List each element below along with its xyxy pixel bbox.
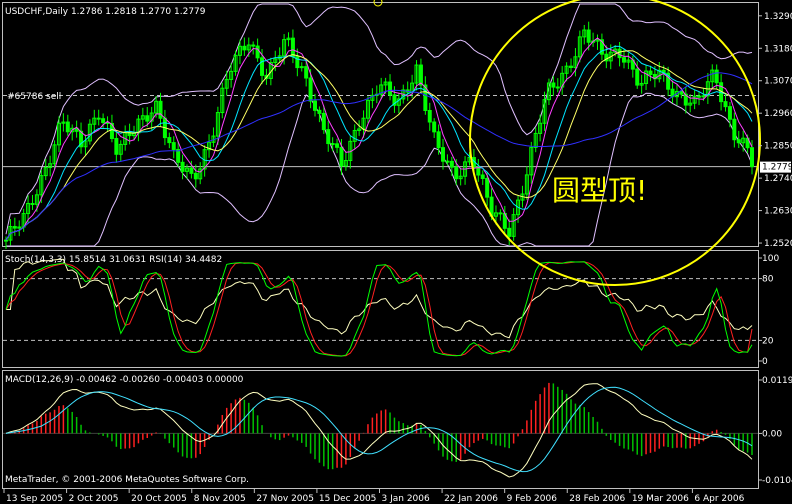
candle-body	[454, 166, 459, 180]
candle-body	[621, 57, 626, 63]
current-price-label: 1.2779	[762, 163, 792, 173]
annotation-text: 圆型顶!	[552, 174, 647, 207]
candle-body	[476, 166, 481, 176]
candle-body	[321, 112, 326, 131]
candle-body	[449, 160, 454, 168]
stoch-tick-label: 0	[762, 357, 768, 367]
copyright-text: MetaTrader, © 2001-2006 MetaQuotes Softw…	[5, 475, 249, 485]
time-tick-label: 20 Oct 2005	[131, 494, 187, 504]
candle-body	[193, 172, 198, 180]
time-tick-label: 15 Dec 2005	[319, 494, 377, 504]
candle-body	[648, 70, 653, 75]
candle-body	[317, 109, 322, 114]
price-tick-label: 1.2740	[764, 174, 792, 184]
candle-body	[158, 100, 163, 119]
time-tick-label: 28 Feb 2006	[569, 494, 625, 504]
candle-body	[555, 86, 560, 89]
candle-body	[714, 69, 719, 84]
candle-body	[436, 131, 441, 149]
time-tick-label: 8 Nov 2005	[194, 494, 246, 504]
price-tick-label: 1.3290	[764, 12, 792, 22]
candle-body	[441, 147, 446, 162]
time-tick-label: 6 Apr 2006	[694, 494, 744, 504]
candle-body	[251, 44, 256, 47]
candle-body	[171, 142, 176, 150]
candle-body	[330, 143, 335, 146]
candle-body	[180, 161, 185, 172]
stoch-panel-title: Stoch(14,3,3) 15.8514 31.0631 RSI(14) 34…	[5, 255, 222, 265]
candle-body	[145, 115, 150, 122]
candle-body	[697, 95, 702, 98]
candle-body	[308, 77, 313, 102]
candle-body	[189, 167, 194, 174]
candle-body	[732, 118, 737, 141]
candle-body	[635, 68, 640, 86]
price-tick-label: 1.2630	[764, 207, 792, 217]
candle-body	[701, 95, 706, 98]
candle-body	[312, 100, 317, 111]
chart-background	[0, 0, 792, 504]
current-price-label-box: 1.2779	[760, 161, 792, 173]
candle-body	[12, 226, 17, 229]
candle-body	[498, 212, 503, 215]
time-tick-label: 13 Sep 2005	[6, 494, 63, 504]
candle-body	[335, 143, 340, 148]
price-tick-label: 1.2520	[764, 239, 792, 249]
candle-body	[339, 146, 344, 167]
candle-body	[4, 239, 8, 242]
price-tick-label: 1.2850	[764, 142, 792, 152]
price-panel-title: USDCHF,Daily 1.2786 1.2818 1.2770 1.2779	[5, 7, 206, 17]
candle-body	[388, 81, 393, 96]
candle-body	[569, 65, 574, 68]
candle-body	[480, 174, 485, 179]
price-tick-label: 1.3180	[764, 44, 792, 54]
candle-body	[96, 117, 101, 120]
candle-body	[586, 29, 591, 43]
price-tick-label: 1.3070	[764, 77, 792, 87]
candle-body	[418, 64, 423, 86]
macd-tick-label: -0.0104	[762, 476, 792, 486]
candle-body	[65, 121, 70, 133]
candle-body	[260, 57, 265, 76]
macd-tick-label: 0.00	[762, 429, 782, 439]
candle-body	[445, 160, 450, 163]
price-tick-label: 1.2960	[764, 109, 792, 119]
candle-body	[551, 82, 556, 88]
stoch-tick-label: 20	[762, 336, 774, 346]
candle-body	[304, 66, 309, 79]
trading-chart: USDCHF,Daily 1.2786 1.2818 1.2770 1.2779…	[0, 0, 792, 504]
candle-body	[432, 121, 437, 133]
candle-body	[750, 147, 754, 168]
candle-body	[679, 90, 684, 95]
candle-body	[727, 106, 732, 120]
candle-body	[101, 118, 106, 123]
macd-tick-label: 0.01193	[762, 376, 792, 386]
candle-body	[507, 227, 512, 237]
stoch-tick-label: 100	[762, 254, 779, 264]
time-tick-label: 19 Mar 2006	[632, 494, 689, 504]
candle-body	[299, 66, 304, 69]
candle-body	[326, 129, 331, 145]
candle-body	[167, 137, 172, 144]
time-tick-label: 22 Jan 2006	[444, 494, 498, 504]
candle-body	[114, 137, 119, 155]
macd-panel-title: MACD(12,26,9) -0.00462 -0.00260 -0.00403…	[5, 375, 244, 385]
stoch-tick-label: 80	[762, 275, 774, 285]
time-tick-label: 2 Oct 2005	[69, 494, 119, 504]
candle-body	[485, 177, 490, 198]
time-tick-label: 27 Nov 2005	[256, 494, 314, 504]
candle-body	[736, 139, 741, 144]
candle-body	[290, 37, 295, 58]
candle-body	[255, 45, 260, 59]
order-line-label: #65786 sell	[7, 92, 61, 102]
candle-body	[30, 203, 35, 206]
candle-body	[242, 45, 247, 51]
time-tick-label: 3 Jan 2006	[382, 494, 430, 504]
candle-body	[427, 109, 432, 123]
candle-body	[723, 101, 728, 108]
time-tick-label: 9 Feb 2006	[507, 494, 558, 504]
